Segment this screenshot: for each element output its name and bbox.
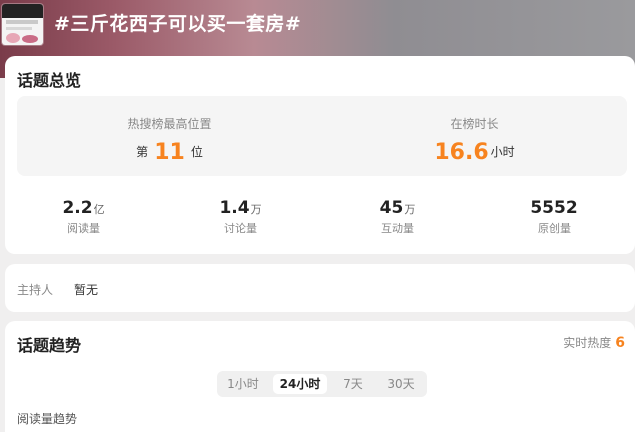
on-board-unit: 小时 bbox=[490, 145, 515, 159]
time-range-tabs: 1小时 24小时 7天 30天 bbox=[217, 371, 427, 397]
hot-rank-block: 热搜榜最高位置 第 11 位 bbox=[17, 96, 322, 176]
stat-original-value: 5552 bbox=[530, 198, 578, 218]
tab-7-days[interactable]: 7天 bbox=[333, 374, 373, 394]
on-board-label: 在榜时长 bbox=[450, 117, 499, 131]
hot-rank-prefix: 第 bbox=[136, 145, 149, 159]
stat-read-label: 阅读量 bbox=[67, 222, 100, 235]
on-board-value-line: 16.6 小时 bbox=[322, 140, 627, 165]
hot-rank-value-line: 第 11 位 bbox=[17, 140, 322, 165]
stats-row: 2.2亿 阅读量 1.4万 讨论量 45万 互动量 5552 原创量 bbox=[5, 198, 635, 248]
read-trend-subtitle: 阅读量趋势 bbox=[17, 412, 78, 426]
overview-card: 话题总览 热搜榜最高位置 第 11 位 在榜时长 16.6 小时 2.2亿 阅读量 1… bbox=[5, 56, 635, 254]
on-board-block: 在榜时长 16.6 小时 bbox=[322, 96, 627, 176]
trend-title: 话题趋势 bbox=[17, 336, 82, 355]
host-value: 暂无 bbox=[74, 283, 99, 297]
on-board-value: 16.6 bbox=[434, 140, 489, 165]
stat-interact-unit: 万 bbox=[404, 203, 416, 216]
host-label: 主持人 bbox=[17, 283, 54, 297]
tab-30-days[interactable]: 30天 bbox=[379, 374, 423, 394]
hot-rank-label: 热搜榜最高位置 bbox=[127, 117, 212, 131]
stat-interact-value: 45 bbox=[379, 198, 404, 218]
topic-title: #三斤花西子可以买一套房# bbox=[54, 13, 302, 35]
tab-1-hour[interactable]: 1小时 bbox=[221, 374, 265, 394]
topic-thumbnail[interactable] bbox=[2, 4, 43, 45]
realtime-heat: 实时热度 6 bbox=[563, 334, 625, 351]
stat-read: 2.2亿 阅读量 bbox=[5, 198, 162, 236]
stat-discuss: 1.4万 讨论量 bbox=[162, 198, 319, 236]
host-card: 主持人 暂无 bbox=[5, 264, 635, 312]
overview-title: 话题总览 bbox=[17, 71, 82, 90]
stat-interact: 45万 互动量 bbox=[319, 198, 476, 236]
stat-discuss-label: 讨论量 bbox=[224, 222, 257, 235]
tab-24-hours[interactable]: 24小时 bbox=[273, 374, 327, 394]
stat-original: 5552 原创量 bbox=[476, 198, 633, 236]
stat-read-unit: 亿 bbox=[93, 203, 105, 216]
stat-original-label: 原创量 bbox=[538, 222, 571, 235]
realtime-heat-label: 实时热度 bbox=[563, 336, 612, 350]
hot-search-box: 热搜榜最高位置 第 11 位 在榜时长 16.6 小时 bbox=[17, 96, 627, 176]
hot-rank-suffix: 位 bbox=[190, 145, 203, 159]
realtime-heat-value: 6 bbox=[615, 335, 625, 351]
stat-discuss-unit: 万 bbox=[250, 203, 262, 216]
stat-discuss-value: 1.4 bbox=[219, 198, 250, 218]
stat-read-value: 2.2 bbox=[62, 198, 93, 218]
stat-interact-label: 互动量 bbox=[381, 222, 414, 235]
hot-rank-value: 11 bbox=[154, 140, 185, 165]
trend-card: 话题趋势 实时热度 6 1小时 24小时 7天 30天 阅读量趋势 bbox=[5, 321, 635, 432]
